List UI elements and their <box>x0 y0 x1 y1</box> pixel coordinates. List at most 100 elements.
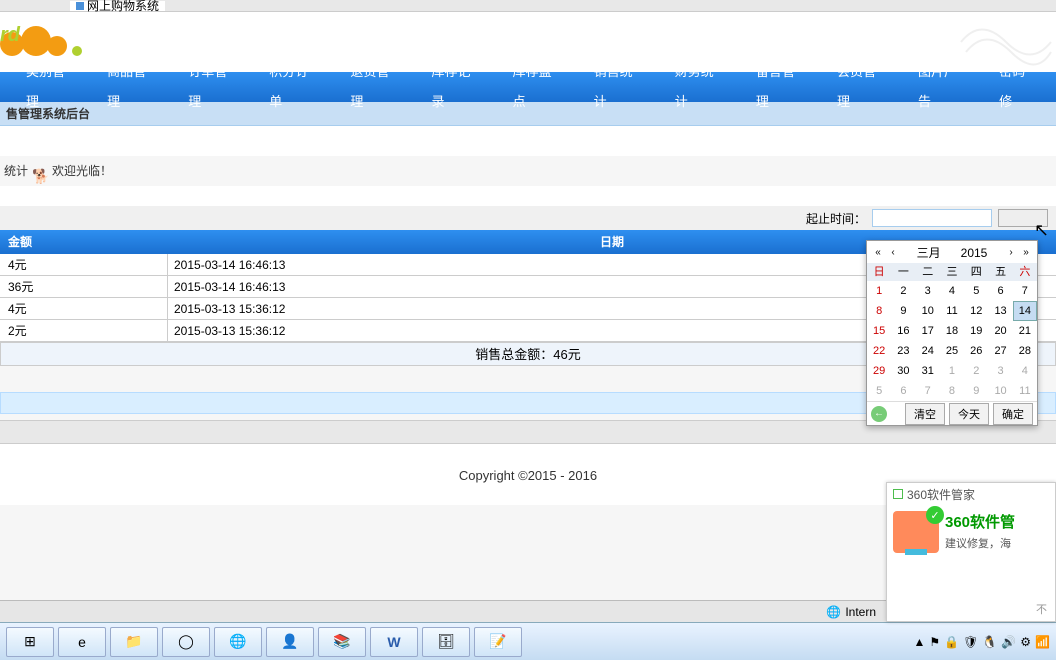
next-year-icon[interactable]: » <box>1019 244 1033 260</box>
cal-day[interactable]: 24 <box>916 341 940 361</box>
cal-day[interactable]: 27 <box>988 341 1012 361</box>
cal-day[interactable]: 5 <box>964 281 988 301</box>
cal-day[interactable]: 2 <box>891 281 915 301</box>
cal-day[interactable]: 3 <box>916 281 940 301</box>
taskbar-notes-icon[interactable]: 📝 <box>474 627 522 657</box>
cal-day[interactable]: 15 <box>867 321 891 341</box>
calendar-today-button[interactable]: 今天 <box>949 403 989 425</box>
tray-icon[interactable]: 🔊 <box>1001 635 1016 649</box>
greeting-text: 欢迎光临！ <box>52 156 112 186</box>
query-row: 起止时间： <box>0 206 1056 230</box>
taskbar-eclipse-icon[interactable]: ◯ <box>162 627 210 657</box>
wd-wed: 三 <box>940 263 964 281</box>
cal-day[interactable]: 20 <box>988 321 1012 341</box>
logo-text: rd <box>0 24 20 47</box>
cal-day[interactable]: 22 <box>867 341 891 361</box>
cal-day[interactable]: 1 <box>867 281 891 301</box>
cal-day[interactable]: 21 <box>1013 321 1037 341</box>
cal-day[interactable]: 17 <box>916 321 940 341</box>
cal-day[interactable]: 6 <box>891 381 915 401</box>
cal-day[interactable]: 16 <box>891 321 915 341</box>
cell-amount: 36元 <box>0 276 168 297</box>
cal-day[interactable]: 13 <box>988 301 1012 321</box>
tray-icon[interactable]: 🐧 <box>982 635 997 649</box>
cal-day[interactable]: 11 <box>1013 381 1037 401</box>
browser-tab[interactable]: 网上购物系统 <box>70 1 165 11</box>
calendar-title[interactable]: 三月 2015 <box>900 244 1004 261</box>
cal-day[interactable]: 1 <box>940 361 964 381</box>
cal-day[interactable]: 3 <box>988 361 1012 381</box>
cal-day[interactable]: 31 <box>916 361 940 381</box>
wd-thu: 四 <box>964 263 988 281</box>
popup-more[interactable]: 不 <box>1036 601 1047 617</box>
tray-icon[interactable]: 📶 <box>1035 635 1050 649</box>
calendar-year: 2015 <box>961 246 988 260</box>
cal-day[interactable]: 9 <box>891 301 915 321</box>
globe-icon: 🌐 <box>826 605 841 619</box>
cal-day[interactable]: 18 <box>940 321 964 341</box>
tray-icon[interactable]: ⚑ <box>929 635 940 649</box>
cal-day[interactable]: 10 <box>916 301 940 321</box>
app-icon <box>893 489 903 499</box>
cal-day[interactable]: 9 <box>964 381 988 401</box>
status-text: Intern <box>845 605 876 619</box>
tray-icon[interactable]: ⚙ <box>1020 635 1031 649</box>
logo-bar: rd <box>0 12 1056 72</box>
cal-day[interactable]: 10 <box>988 381 1012 401</box>
cal-day[interactable]: 8 <box>940 381 964 401</box>
cal-day[interactable]: 26 <box>964 341 988 361</box>
wd-sat: 六 <box>1013 263 1037 281</box>
cal-day[interactable]: 29 <box>867 361 891 381</box>
tray-icon[interactable]: ▲ <box>914 635 926 649</box>
decor-swirl-icon <box>956 12 1056 72</box>
cal-day[interactable]: 23 <box>891 341 915 361</box>
wd-fri: 五 <box>988 263 1012 281</box>
cal-day[interactable]: 2 <box>964 361 988 381</box>
taskbar-ie-icon[interactable]: e <box>58 627 106 657</box>
mascot-icon <box>32 163 48 179</box>
calendar-month: 三月 <box>917 246 941 260</box>
cal-day[interactable]: 25 <box>940 341 964 361</box>
calendar-ok-button[interactable]: 确定 <box>993 403 1033 425</box>
cal-day[interactable]: 4 <box>1013 361 1037 381</box>
taskbar-word-icon[interactable]: W <box>370 627 418 657</box>
taskbar-db-icon[interactable]: 🗄 <box>422 627 470 657</box>
date-start-input[interactable] <box>872 209 992 227</box>
back-icon[interactable]: ← <box>871 406 887 422</box>
calendar-grid: 1234567 891011121314 15161718192021 2223… <box>867 281 1037 401</box>
cal-day[interactable]: 7 <box>916 381 940 401</box>
cal-day[interactable]: 5 <box>867 381 891 401</box>
cal-day[interactable]: 28 <box>1013 341 1037 361</box>
cal-day[interactable]: 8 <box>867 301 891 321</box>
cell-amount: 4元 <box>0 254 168 275</box>
popup-body: ✓ 360软件管 建议修复，海 <box>887 505 1055 559</box>
calendar-clear-button[interactable]: 清空 <box>905 403 945 425</box>
wd-sun: 日 <box>867 263 891 281</box>
cal-day[interactable]: 12 <box>964 301 988 321</box>
cal-day[interactable]: 6 <box>988 281 1012 301</box>
taskbar-winrar-icon[interactable]: 📚 <box>318 627 366 657</box>
computer-icon: ✓ <box>893 511 939 553</box>
date-end-or-submit[interactable] <box>998 209 1048 227</box>
cal-day[interactable]: 4 <box>940 281 964 301</box>
popup-header-text: 360软件管家 <box>907 486 975 503</box>
prev-year-icon[interactable]: « <box>871 244 885 260</box>
system-tray: ▲ ⚑ 🔒 🛡 🐧 🔊 ⚙ 📶 <box>914 635 1050 649</box>
next-month-icon[interactable]: › <box>1004 244 1018 260</box>
cal-day[interactable]: 7 <box>1013 281 1037 301</box>
taskbar-app-icon[interactable]: 👤 <box>266 627 314 657</box>
taskbar-start-icon[interactable]: ⊞ <box>6 627 54 657</box>
check-icon: ✓ <box>926 506 944 524</box>
cal-day[interactable]: 11 <box>940 301 964 321</box>
cal-day-today[interactable]: 14 <box>1013 301 1037 321</box>
tray-icon[interactable]: 🛡 <box>963 635 978 649</box>
taskbar-explorer-icon[interactable]: 📁 <box>110 627 158 657</box>
main-menu: 类别管理 商品管理 订单管理 积分订单 退货管理 库存记录 库存盘点 销售统计 … <box>0 72 1056 102</box>
cal-day[interactable]: 30 <box>891 361 915 381</box>
cal-day[interactable]: 19 <box>964 321 988 341</box>
taskbar: ⊞ e 📁 ◯ 🌐 👤 📚 W 🗄 📝 ▲ ⚑ 🔒 🛡 🐧 🔊 ⚙ 📶 <box>0 622 1056 660</box>
prev-month-icon[interactable]: ‹ <box>886 244 900 260</box>
taskbar-browser-icon[interactable]: 🌐 <box>214 627 262 657</box>
tray-icon[interactable]: 🔒 <box>944 635 959 649</box>
date-range-label: 起止时间： <box>806 210 866 227</box>
